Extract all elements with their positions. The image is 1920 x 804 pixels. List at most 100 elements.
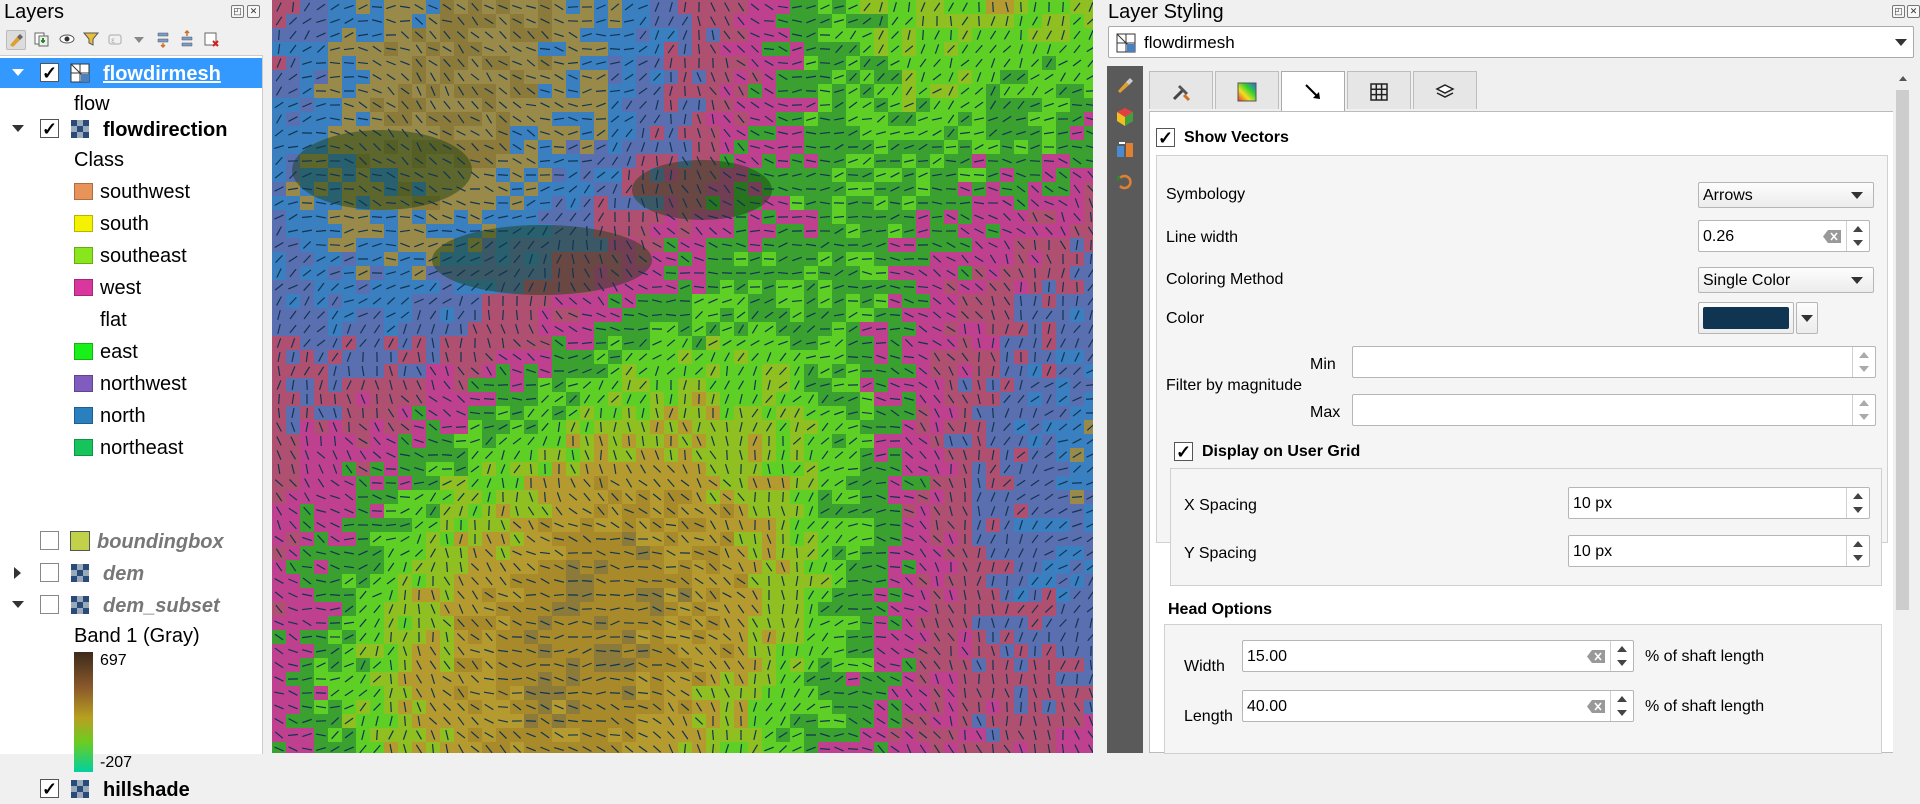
layer-visibility-checkbox[interactable]: [40, 595, 59, 614]
legend-item-south: south: [0, 208, 262, 238]
collapse-arrow-icon[interactable]: [12, 125, 24, 132]
shaded-ridge: [292, 130, 472, 210]
styling-side-strip: [1107, 66, 1143, 753]
clear-icon[interactable]: [1587, 650, 1605, 663]
collapse-arrow-icon[interactable]: [12, 601, 24, 608]
expand-all-icon[interactable]: [154, 30, 172, 48]
float-panel-button[interactable]: ◰: [1892, 5, 1905, 18]
layer-visibility-checkbox[interactable]: ✓: [40, 63, 59, 82]
head-width-label: Width: [1184, 658, 1225, 676]
x-spacing-spinbox[interactable]: 10 px: [1568, 487, 1870, 519]
filter-expression-icon[interactable]: ε: [106, 30, 124, 48]
head-length-label: Length: [1184, 708, 1233, 726]
stepper-arrows[interactable]: [1846, 488, 1869, 518]
head-length-spinbox[interactable]: 40.00: [1242, 690, 1634, 722]
scroll-thumb[interactable]: [1896, 90, 1909, 610]
tab-general[interactable]: [1149, 71, 1213, 109]
symbology-combo[interactable]: Arrows: [1698, 182, 1874, 208]
layer-row-dem-subset[interactable]: dem_subset: [0, 590, 262, 620]
y-spacing-spinbox[interactable]: 10 px: [1568, 535, 1870, 567]
legend-swatch: [74, 279, 93, 296]
legend-label: east: [100, 341, 138, 364]
stepper-arrows[interactable]: [1610, 641, 1633, 671]
style-manager-icon[interactable]: [6, 30, 26, 50]
layer-row-flowdirection[interactable]: ✓ flowdirection: [0, 114, 262, 144]
legend-label: north: [100, 405, 146, 428]
show-vectors-checkbox[interactable]: ✓: [1156, 128, 1175, 147]
tab-contours[interactable]: [1215, 71, 1279, 109]
tab-vectors[interactable]: [1281, 71, 1345, 112]
remove-layer-icon[interactable]: [202, 30, 220, 48]
max-magnitude-spinbox[interactable]: [1352, 394, 1876, 426]
clear-icon[interactable]: [1587, 700, 1605, 713]
close-panel-button[interactable]: ✕: [1907, 5, 1920, 18]
layer-row-boundingbox[interactable]: boundingbox: [0, 526, 262, 556]
stepper-arrows[interactable]: [1852, 347, 1875, 377]
symbology-value: Arrows: [1703, 187, 1753, 205]
layers-panel: Layers ◰ ✕ ε: [0, 0, 262, 753]
collapse-all-icon[interactable]: [178, 30, 196, 48]
stepper-arrows[interactable]: [1852, 395, 1875, 425]
layers-toolbar: ε: [2, 26, 260, 52]
raster-layer-icon: [70, 119, 90, 139]
x-spacing-label: X Spacing: [1184, 497, 1257, 515]
map-canvas[interactable]: [272, 0, 1093, 753]
tab-blending[interactable]: [1413, 71, 1477, 109]
stepper-arrows[interactable]: [1846, 221, 1869, 251]
filter-dropdown-icon[interactable]: [130, 30, 148, 48]
layer-tree: ✓ flowdirmesh flow ✓ flowdirection Class…: [0, 55, 263, 754]
symbology-brush-icon[interactable]: [1114, 74, 1136, 96]
legend-label: southeast: [100, 245, 187, 268]
head-width-spinbox[interactable]: 15.00: [1242, 640, 1634, 672]
manage-visibility-icon[interactable]: [58, 30, 76, 48]
legend-item-west: west: [0, 272, 262, 302]
float-panel-button[interactable]: ◰: [231, 5, 244, 18]
color-menu-button[interactable]: [1796, 302, 1818, 334]
stepper-arrows[interactable]: [1610, 691, 1633, 721]
clear-icon[interactable]: [1823, 230, 1841, 243]
legend-swatch: [74, 183, 93, 200]
layer-row-flowdirmesh[interactable]: ✓ flowdirmesh: [0, 58, 262, 88]
layer-visibility-checkbox[interactable]: [40, 563, 59, 582]
stepper-arrows[interactable]: [1846, 536, 1869, 566]
legend-item-southeast: southeast: [0, 240, 262, 270]
display-user-grid-checkbox[interactable]: ✓: [1174, 442, 1193, 461]
layer-name-dem: dem: [103, 563, 144, 586]
layer-styling-panel: Layer Styling ◰ ✕ flowdirmesh ✓ Show Ve: [1107, 0, 1920, 753]
layer-visibility-checkbox[interactable]: [40, 531, 59, 550]
raster-layer-icon: [70, 563, 90, 583]
min-magnitude-spinbox[interactable]: [1352, 346, 1876, 378]
color-button[interactable]: [1698, 302, 1794, 334]
legend-label: west: [100, 277, 141, 300]
panel-splitter[interactable]: [1093, 0, 1107, 753]
y-spacing-label: Y Spacing: [1184, 545, 1257, 563]
styling-panel-title: Layer Styling: [1108, 1, 1224, 24]
style-undo-icon[interactable]: [1114, 170, 1136, 192]
collapse-arrow-icon[interactable]: [12, 69, 24, 76]
boundingbox-swatch: [70, 531, 90, 551]
mesh-dataset-label: flow: [74, 93, 110, 116]
history-icon[interactable]: [1114, 138, 1136, 160]
layer-visibility-checkbox[interactable]: ✓: [40, 119, 59, 138]
coloring-method-combo[interactable]: Single Color: [1698, 267, 1874, 293]
3d-view-icon[interactable]: [1114, 106, 1136, 128]
color-label: Color: [1166, 310, 1204, 328]
add-group-icon[interactable]: [32, 30, 50, 48]
filter-legend-icon[interactable]: [82, 30, 100, 48]
close-panel-button[interactable]: ✕: [247, 5, 260, 18]
layer-row-dem[interactable]: dem: [0, 558, 262, 588]
tab-rendering[interactable]: [1347, 71, 1411, 109]
head-options-title: Head Options: [1168, 601, 1272, 619]
styling-scrollbar[interactable]: [1893, 66, 1913, 753]
line-width-spinbox[interactable]: 0.26: [1698, 220, 1870, 252]
layer-visibility-checkbox[interactable]: ✓: [40, 779, 59, 798]
layer-selector-combo[interactable]: flowdirmesh: [1108, 26, 1914, 58]
scroll-up-icon[interactable]: [1899, 76, 1907, 81]
ramp-max-label: 697: [100, 652, 127, 670]
layer-name-dem-subset: dem_subset: [103, 595, 220, 618]
expand-arrow-icon[interactable]: [14, 567, 21, 579]
layer-name-flowdirmesh: flowdirmesh: [103, 63, 221, 86]
styling-tabs: [1149, 71, 1909, 111]
user-grid-group: [1170, 468, 1882, 586]
layer-row-hillshade[interactable]: ✓ hillshade: [0, 774, 262, 804]
